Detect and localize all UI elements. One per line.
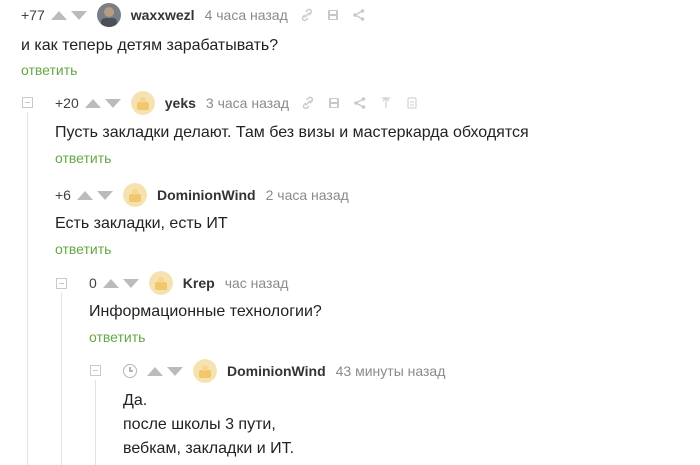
pin-icon[interactable] [379, 96, 393, 110]
downvote-icon[interactable] [96, 190, 113, 200]
rating-value: +20 [55, 95, 79, 111]
share-icon[interactable] [353, 96, 367, 110]
comment-3-header: +6 DominionWind 2 часа назад [55, 183, 361, 207]
comment-text: Информационные технологии? [89, 303, 322, 320]
link-icon[interactable] [300, 8, 314, 22]
username[interactable]: Krep [183, 275, 215, 291]
clock-icon [123, 364, 137, 378]
timestamp[interactable]: 43 минуты назад [336, 363, 446, 379]
rating-value: 0 [89, 275, 97, 291]
reply-button[interactable]: ответить [21, 62, 77, 78]
reply-button[interactable]: ответить [55, 241, 111, 257]
avatar[interactable] [96, 3, 121, 27]
avatar[interactable] [122, 183, 147, 207]
username[interactable]: yeks [165, 95, 196, 111]
username[interactable]: waxxwezl [131, 7, 195, 23]
thread-line[interactable] [95, 380, 96, 465]
thread-line[interactable] [27, 112, 28, 465]
downvote-icon[interactable] [104, 98, 121, 108]
more-icon[interactable] [405, 96, 419, 110]
downvote-icon[interactable] [70, 10, 87, 20]
upvote-icon[interactable] [84, 98, 101, 108]
comment-4-header: 0 Krep час назад [89, 271, 300, 295]
share-icon[interactable] [352, 8, 366, 22]
thread-line[interactable] [61, 293, 62, 465]
reply-button[interactable]: ответить [55, 150, 111, 166]
avatar[interactable] [148, 271, 173, 295]
avatar[interactable] [193, 359, 217, 383]
timestamp[interactable]: 3 часа назад [206, 95, 289, 111]
avatar[interactable] [130, 91, 155, 115]
comment-text: Пусть закладки делают. Там без визы и ма… [55, 124, 529, 141]
rating-value: +6 [55, 187, 71, 203]
save-icon[interactable] [327, 96, 341, 110]
comment-text-line: вебкам, закладки и ИТ. [123, 440, 295, 457]
downvote-icon[interactable] [167, 366, 183, 376]
timestamp[interactable]: 2 часа назад [266, 187, 349, 203]
upvote-icon[interactable] [102, 278, 119, 288]
comment-text: Есть закладки, есть ИТ [55, 215, 228, 232]
collapse-icon[interactable] [22, 97, 33, 108]
comment-text-line: после школы 3 пути, [123, 416, 276, 433]
username[interactable]: DominionWind [157, 187, 256, 203]
upvote-icon[interactable] [147, 366, 163, 376]
timestamp[interactable]: час назад [225, 275, 289, 291]
downvote-icon[interactable] [122, 278, 139, 288]
comment-1-header: +77 waxxwezl 4 часа назад [21, 3, 378, 27]
upvote-icon[interactable] [50, 10, 67, 20]
save-icon[interactable] [326, 8, 340, 22]
rating-value: +77 [21, 7, 45, 23]
comment-5-header: DominionWind 43 минуты назад [123, 359, 457, 383]
timestamp[interactable]: 4 часа назад [205, 7, 288, 23]
upvote-icon[interactable] [76, 190, 93, 200]
reply-button[interactable]: ответить [89, 329, 145, 345]
collapse-icon[interactable] [90, 365, 101, 376]
link-icon[interactable] [301, 96, 315, 110]
comment-text: и как теперь детям зарабатывать? [21, 37, 279, 54]
comment-2-header: +20 yeks 3 часа назад [55, 91, 431, 115]
collapse-icon[interactable] [56, 278, 67, 289]
comment-text-line: Да. [123, 392, 148, 409]
comment-text: Да. после школы 3 пути, вебкам, закладки… [123, 389, 294, 461]
username[interactable]: DominionWind [227, 363, 326, 379]
